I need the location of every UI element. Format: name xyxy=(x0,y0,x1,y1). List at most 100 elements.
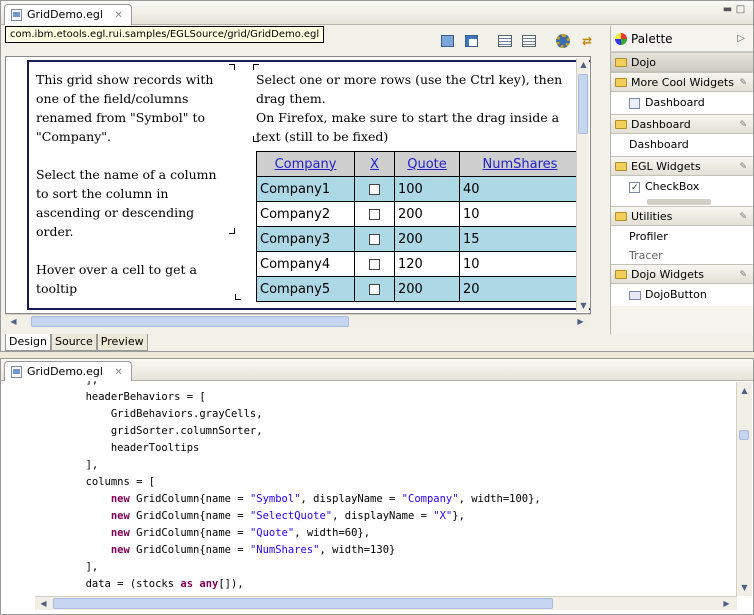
design-canvas[interactable]: This grid show records with one of the f… xyxy=(5,56,591,314)
select-cell[interactable] xyxy=(354,176,395,202)
quote-cell[interactable]: 120 xyxy=(394,251,460,277)
palette-header[interactable]: Palette ▷ xyxy=(611,26,753,52)
tab-preview[interactable]: Preview xyxy=(96,334,148,351)
palette-item-dojobutton[interactable]: DojoButton xyxy=(611,284,753,306)
drawer-dojo[interactable]: Dojo xyxy=(611,52,753,72)
column-header-x[interactable]: X xyxy=(354,151,395,177)
code-line[interactable]: new GridColumn{name = "Symbol", displayN… xyxy=(1,491,737,508)
scroll-thumb[interactable] xyxy=(739,430,749,440)
table-row[interactable]: Company3 200 15 xyxy=(256,226,581,252)
row-checkbox[interactable] xyxy=(369,283,380,295)
pin-icon[interactable]: ✎ xyxy=(739,115,747,135)
pin-icon[interactable]: ✎ xyxy=(739,265,747,285)
company-cell[interactable]: Company5 xyxy=(256,276,355,302)
editor-tab-griddemo[interactable]: GridDemo.egl ✕ xyxy=(4,361,132,381)
column-header-quote[interactable]: Quote xyxy=(394,151,460,177)
scroll-thumb[interactable] xyxy=(578,74,588,134)
row-checkbox[interactable] xyxy=(369,233,380,245)
column-header-company[interactable]: Company xyxy=(256,151,355,177)
code-line[interactable]: ], xyxy=(1,457,737,474)
close-icon[interactable]: ✕ xyxy=(114,10,122,21)
palette-item-profiler[interactable]: Profiler xyxy=(611,226,753,248)
drawer-utilities[interactable]: Utilities ✎ xyxy=(611,206,753,226)
minimize-icon[interactable]: ▬ xyxy=(721,4,734,15)
pin-icon[interactable]: ✎ xyxy=(739,207,747,227)
scroll-left-arrow[interactable]: ◀ xyxy=(7,315,20,328)
collapse-arrow-icon[interactable]: ▷ xyxy=(737,26,745,52)
drawer-more-cool-widgets[interactable]: More Cool Widgets ✎ xyxy=(611,72,753,92)
code-line[interactable]: columns = [ xyxy=(1,474,737,491)
row-checkbox[interactable] xyxy=(369,258,380,270)
company-cell[interactable]: Company2 xyxy=(256,201,355,227)
code-line[interactable]: GridBehaviors.grayCells, xyxy=(1,406,737,423)
code-line[interactable]: new GridColumn{name = "Quote", width=60}… xyxy=(1,525,737,542)
palette-item-dashboard[interactable]: Dashboard xyxy=(611,92,753,114)
scroll-thumb[interactable] xyxy=(53,598,553,609)
maximize-icon[interactable]: □ xyxy=(734,4,747,15)
drawer-dojo-widgets[interactable]: Dojo Widgets ✎ xyxy=(611,264,753,284)
code-line[interactable]: ], xyxy=(1,381,737,389)
editor-tab-griddemo[interactable]: GridDemo.egl ✕ xyxy=(4,4,132,25)
resize-handle[interactable] xyxy=(235,294,241,300)
refresh-button[interactable]: ⇄ xyxy=(577,32,597,50)
shares-cell[interactable]: 15 xyxy=(459,226,581,252)
show-transparent-button[interactable] xyxy=(461,32,481,50)
code-vertical-scrollbar[interactable]: ▲ ▼ xyxy=(736,382,752,596)
scroll-thumb[interactable] xyxy=(647,199,711,205)
column-header-numshares[interactable]: NumShares xyxy=(459,151,581,177)
scroll-right-arrow[interactable]: ▶ xyxy=(720,597,733,610)
table-row[interactable]: Company1 100 40 xyxy=(256,176,581,202)
code-line[interactable]: gridSorter.columnSorter, xyxy=(1,423,737,440)
scroll-up-arrow[interactable]: ▲ xyxy=(577,58,590,71)
code-line[interactable]: data = (stocks as any[]), xyxy=(1,576,737,593)
quote-cell[interactable]: 200 xyxy=(394,226,460,252)
palette-item-tracer[interactable]: Tracer xyxy=(611,248,753,264)
pin-icon[interactable]: ✎ xyxy=(739,73,747,93)
select-cell[interactable] xyxy=(354,251,395,277)
table-row[interactable]: Company2 200 10 xyxy=(256,201,581,227)
canvas-horizontal-scrollbar[interactable]: ◀ ▶ xyxy=(5,314,591,328)
select-cell[interactable] xyxy=(354,201,395,227)
shares-cell[interactable]: 10 xyxy=(459,201,581,227)
code-line[interactable]: ], xyxy=(1,559,737,576)
layout-mode-button[interactable] xyxy=(437,32,457,50)
table-row[interactable]: Company4 120 10 xyxy=(256,251,581,277)
palette-item-checkbox[interactable]: CheckBox xyxy=(611,176,753,199)
select-cell[interactable] xyxy=(354,226,395,252)
grid-demo-widget[interactable]: This grid show records with one of the f… xyxy=(27,60,590,310)
quote-cell[interactable]: 100 xyxy=(394,176,460,202)
drawer-egl-widgets[interactable]: EGL Widgets ✎ xyxy=(611,156,753,176)
pin-icon[interactable]: ✎ xyxy=(739,157,747,177)
select-cell[interactable] xyxy=(354,276,395,302)
code-horizontal-scrollbar[interactable]: ◀ ▶ xyxy=(35,596,737,610)
tab-design[interactable]: Design xyxy=(5,334,51,351)
company-cell[interactable]: Company4 xyxy=(256,251,355,277)
shares-cell[interactable]: 20 xyxy=(459,276,581,302)
row-checkbox[interactable] xyxy=(369,183,380,195)
close-icon[interactable]: ✕ xyxy=(114,367,122,378)
quote-cell[interactable]: 200 xyxy=(394,276,460,302)
drawer-scrollbar[interactable] xyxy=(611,198,753,206)
stock-grid[interactable]: Company X Quote NumShares Company1 100 4… xyxy=(256,151,581,302)
scroll-down-arrow[interactable]: ▼ xyxy=(577,299,590,312)
source-code-text[interactable]: ], headerBehaviors = [ GridBehaviors.gra… xyxy=(1,381,737,595)
tab-source[interactable]: Source xyxy=(50,334,97,351)
table-row[interactable]: Company5 200 20 xyxy=(256,276,581,302)
properties-button[interactable] xyxy=(519,32,539,50)
scroll-up-arrow[interactable]: ▲ xyxy=(738,384,751,397)
row-checkbox[interactable] xyxy=(369,208,380,220)
palette-item-dashboard[interactable]: Dashboard xyxy=(611,134,753,156)
code-line[interactable]: new GridColumn{name = "SelectQuote", dis… xyxy=(1,508,737,525)
preferences-button[interactable] xyxy=(553,32,573,50)
shares-cell[interactable]: 10 xyxy=(459,251,581,277)
quote-cell[interactable]: 200 xyxy=(394,201,460,227)
company-cell[interactable]: Company1 xyxy=(256,176,355,202)
scroll-thumb[interactable] xyxy=(31,316,349,327)
code-line[interactable]: new GridColumn{name = "NumShares", width… xyxy=(1,542,737,559)
code-line[interactable]: headerBehaviors = [ xyxy=(1,389,737,406)
drawer-dashboard[interactable]: Dashboard ✎ xyxy=(611,114,753,134)
scroll-left-arrow[interactable]: ◀ xyxy=(37,597,50,610)
scroll-down-arrow[interactable]: ▼ xyxy=(738,581,751,594)
shares-cell[interactable]: 40 xyxy=(459,176,581,202)
canvas-vertical-scrollbar[interactable]: ▲ ▼ xyxy=(576,58,589,312)
